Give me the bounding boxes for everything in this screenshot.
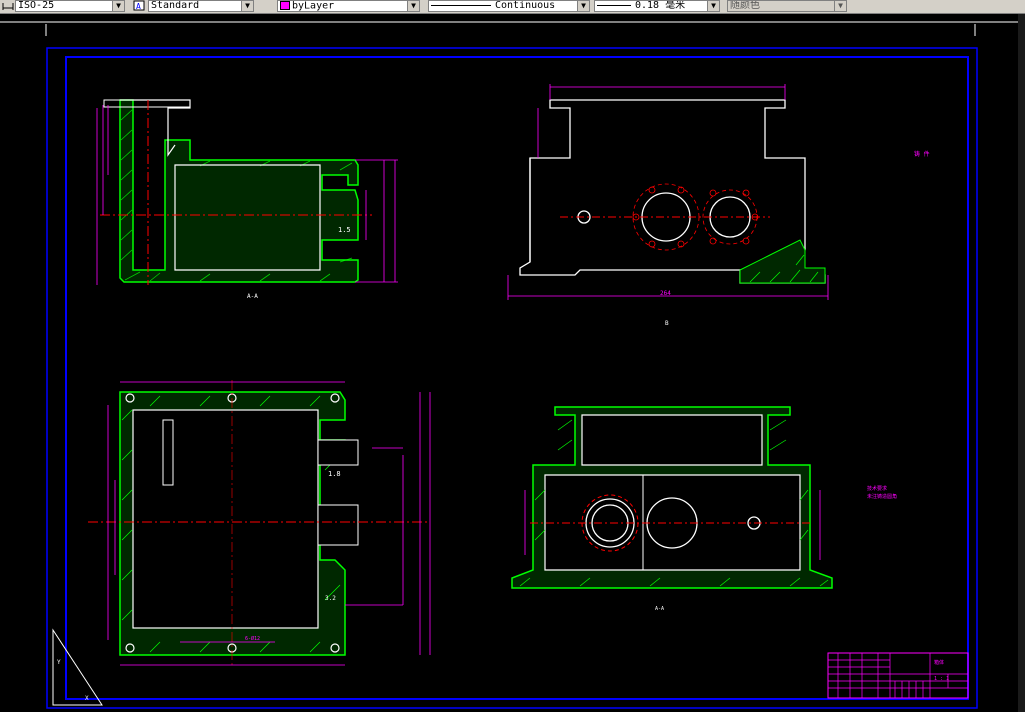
chevron-down-icon[interactable]: ▼ — [707, 1, 719, 11]
width-dimension: 264 — [660, 290, 671, 297]
chevron-down-icon[interactable]: ▼ — [407, 1, 419, 11]
section-mark-label: 1.5 — [338, 226, 351, 234]
textstyle-value: Standard — [151, 0, 200, 11]
dimension-style-icon[interactable] — [2, 0, 14, 11]
layer-select[interactable]: byLayer ▼ — [277, 0, 420, 12]
title-block-scale: 1 : 1 — [934, 676, 949, 682]
lineweight-value: 0.18 毫米 — [635, 0, 686, 11]
vertical-scrollbar[interactable] — [1018, 14, 1025, 712]
note-top-right: 铸 件 — [914, 150, 930, 158]
plan-dim-2: 3.2 — [325, 595, 336, 602]
linetype-select[interactable]: Continuous ▼ — [428, 0, 590, 12]
lineweight-select[interactable]: 0.18 毫米 ▼ — [594, 0, 720, 12]
lineweight-sample — [597, 4, 631, 6]
text-style-icon[interactable]: A — [133, 0, 145, 11]
svg-text:A: A — [136, 2, 141, 11]
tech-requirements-title: 技术要求 — [867, 485, 887, 492]
dimstyle-value: ISO-25 — [18, 0, 55, 11]
plan-hole-dim: 6-Ø12 — [245, 635, 260, 642]
svg-text:Y: Y — [57, 659, 61, 666]
section-label: A-A — [655, 606, 664, 612]
linetype-sample — [431, 4, 491, 6]
layer-value: byLayer — [292, 0, 335, 12]
mid-dim-value: 1.8 — [328, 470, 341, 478]
front-view-top-right[interactable]: 264 B — [507, 84, 829, 327]
chevron-down-icon[interactable]: ▼ — [241, 1, 253, 11]
plotstyle-value: 随颜色 — [730, 0, 760, 11]
dimstyle-select[interactable]: ISO-25 ▼ — [15, 0, 125, 12]
chevron-down-icon: ▼ — [834, 1, 846, 11]
title-block[interactable]: 箱体 1 : 1 — [827, 652, 969, 699]
textstyle-select[interactable]: Standard ▼ — [148, 0, 254, 12]
plotstyle-select: 随颜色 ▼ — [727, 0, 847, 12]
drawing-canvas[interactable]: 1.5 A-A 264 B 铸 件 1.8 6-Ø12 3.2 A-A 技术要求… — [0, 14, 1025, 712]
title-block-name: 箱体 — [934, 659, 944, 666]
plan-view-bottom-left[interactable]: 1.8 6-Ø12 3.2 — [88, 380, 431, 666]
section-view-top-left[interactable]: 1.5 A-A — [96, 99, 398, 300]
ucs-icon: Y X — [52, 628, 103, 706]
svg-text:X: X — [85, 695, 89, 702]
chevron-down-icon[interactable]: ▼ — [112, 1, 124, 11]
linetype-value: Continuous — [495, 0, 556, 11]
tech-requirements-note: 未注铸造圆角 — [867, 493, 897, 500]
view-label-b: B — [665, 320, 669, 327]
properties-toolbar: ISO-25 ▼ A Standard ▼ byLayer ▼ Continuo… — [0, 0, 1025, 14]
view-label-a: A-A — [247, 293, 258, 300]
section-view-bottom-right[interactable]: A-A — [511, 406, 833, 612]
chevron-down-icon[interactable]: ▼ — [577, 1, 589, 11]
layer-color-swatch — [280, 1, 290, 10]
